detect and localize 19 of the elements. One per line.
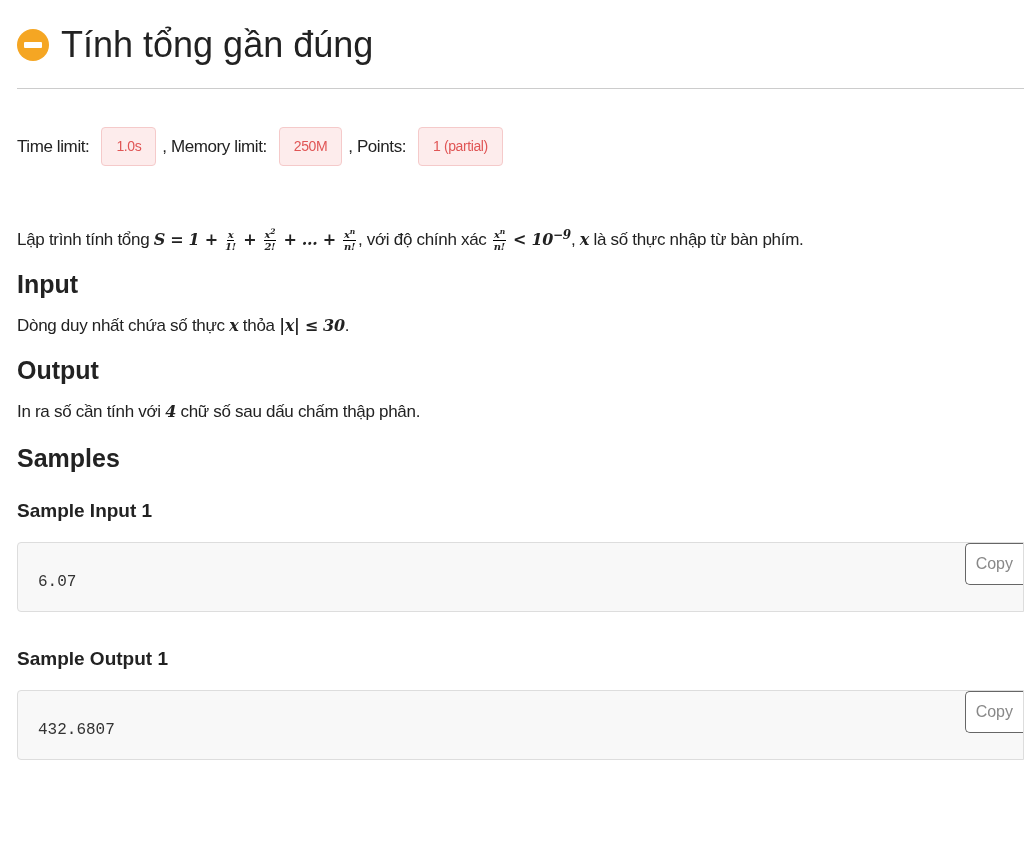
- limit-badge: 1 (partial): [418, 127, 503, 166]
- section-heading: Samples: [17, 443, 121, 474]
- sample-heading: Sample Input 1: [17, 499, 154, 523]
- problem-title: Tính tổng gần đúng: [61, 23, 374, 67]
- sample-code: 432.6807: [38, 720, 115, 741]
- section-heading: Output: [17, 355, 100, 386]
- section-text: Dòng duy nhất chứa số thực x thỏa |x| ≤ 30.: [17, 315, 351, 337]
- limit-badge: 1.0s: [101, 127, 157, 166]
- section-text: In ra số cần tính với 4 chữ số sau dấu chấm thập phân.: [17, 401, 422, 423]
- sample-code: 6.07: [38, 572, 77, 593]
- minus-circle-icon: [17, 29, 49, 61]
- copy-button[interactable]: Copy: [964, 543, 1023, 585]
- copy-button[interactable]: Copy: [964, 691, 1023, 733]
- limit-label: , Points:: [348, 135, 407, 158]
- limit-label: Time limit:: [17, 135, 90, 158]
- limit-badge: 250M: [278, 127, 343, 166]
- section-heading: Input: [17, 269, 80, 300]
- sample-heading: Sample Output 1: [17, 647, 169, 671]
- limit-label: , Memory limit:: [162, 135, 267, 158]
